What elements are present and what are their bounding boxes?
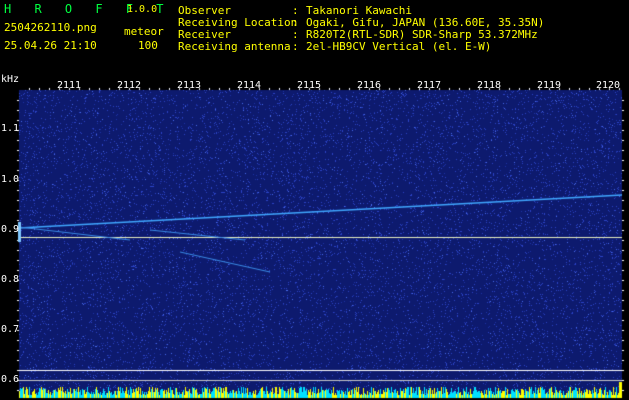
meteor-label: meteor xyxy=(124,25,164,38)
y-tick-label: 0.7 xyxy=(1,324,20,335)
info-sep: : xyxy=(292,40,299,53)
y-tick-label: 0.6 xyxy=(1,374,20,385)
y-axis-unit: kHz xyxy=(1,74,20,85)
app-version: 1.0.0 xyxy=(127,4,158,15)
x-tick-label: 2118 xyxy=(477,80,502,91)
x-tick-label: 2112 xyxy=(117,80,142,91)
x-tick-label: 2114 xyxy=(237,80,262,91)
y-tick-label: 0.9 xyxy=(1,224,20,235)
x-tick-label: 2113 xyxy=(177,80,202,91)
y-tick-label: 0.8 xyxy=(1,274,20,285)
meteor-count: 100 xyxy=(138,39,158,52)
record-datetime: 25.04.26 21:10 xyxy=(4,39,97,52)
file-name: 2504262110.png xyxy=(4,21,97,34)
x-tick-label: 2117 xyxy=(417,80,442,91)
x-tick-label: 2111 xyxy=(57,80,82,91)
spectrogram-plot xyxy=(0,0,629,400)
x-tick-label: 2120 xyxy=(596,80,621,91)
hrofft-window: H R O F F T 1.0.0 2504262110.png meteor … xyxy=(0,0,629,400)
y-tick-label: 1.0 xyxy=(1,174,20,185)
info-label-antenna: Receiving antenna xyxy=(178,40,291,53)
y-tick-label: 1.1 xyxy=(1,123,20,134)
x-tick-label: 2119 xyxy=(537,80,562,91)
info-value-antenna: 2el-HB9CV Vertical (el. E-W) xyxy=(306,40,492,53)
x-tick-label: 2115 xyxy=(297,80,322,91)
x-tick-label: 2116 xyxy=(357,80,382,91)
